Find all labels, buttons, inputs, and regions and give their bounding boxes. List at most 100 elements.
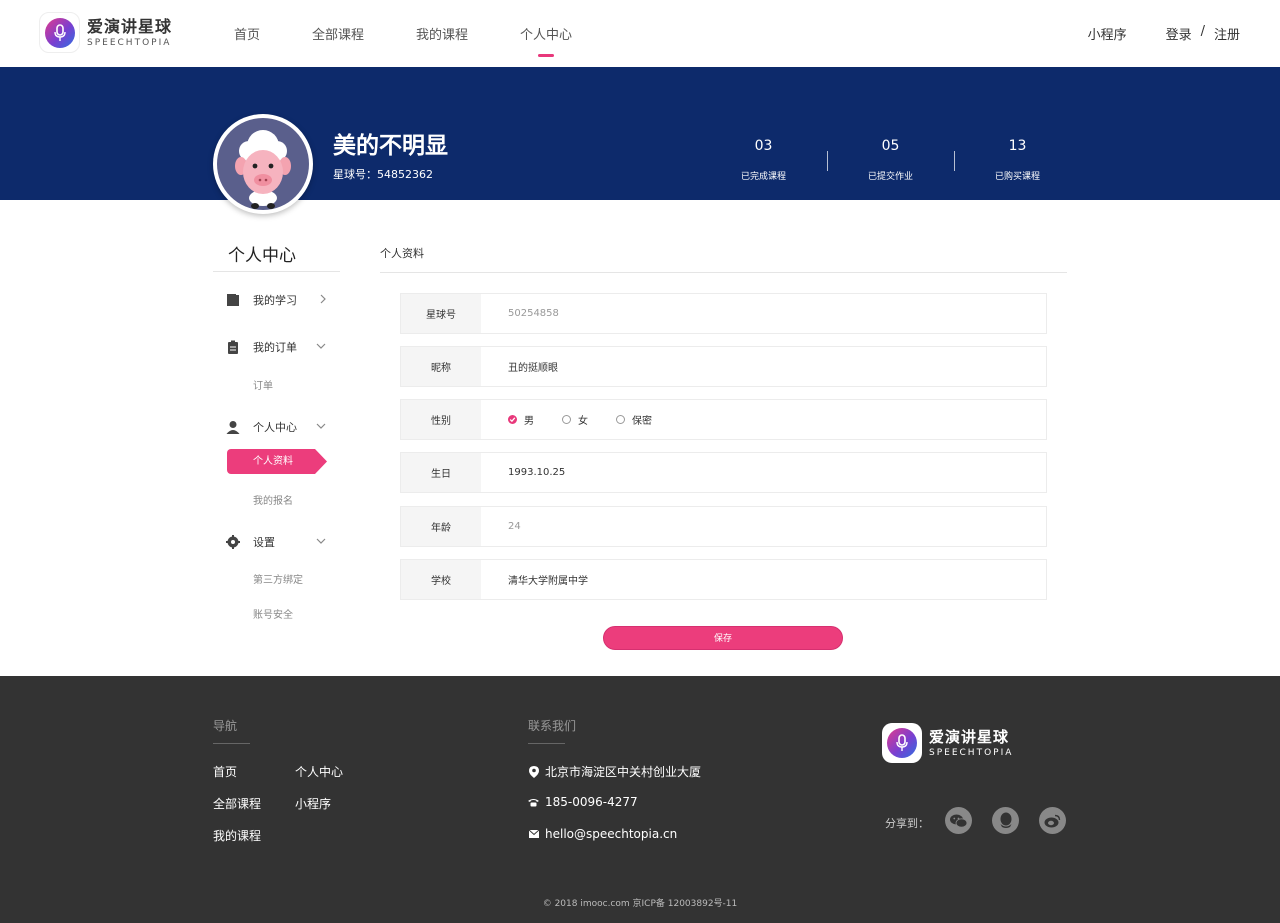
mini-program-link[interactable]: 小程序 [1088, 24, 1127, 43]
radio-unchecked-icon [616, 415, 625, 424]
field-label: 生日 [401, 453, 481, 492]
footer-link-personal-center[interactable]: 个人中心 [295, 763, 343, 780]
footer-link-home[interactable]: 首页 [213, 763, 237, 780]
stat-label: 已提交作业 [867, 172, 913, 182]
footer-brand-logo[interactable]: 爱演讲星球 SPEECHTOPIA [882, 723, 1013, 763]
phone-icon [528, 798, 539, 807]
chevron-down-icon [314, 419, 328, 436]
footer-link-mini-program[interactable]: 小程序 [295, 795, 331, 812]
sidebar-item-label: 我的学习 [253, 294, 297, 307]
wechat-icon[interactable] [945, 807, 972, 834]
brand-logo[interactable]: 爱演讲星球 SPEECHTOPIA [39, 12, 172, 53]
chevron-right-icon [318, 292, 328, 309]
section-title: 个人资料 [380, 247, 424, 260]
stat-completed-courses[interactable]: 03 已完成课程 [700, 138, 827, 182]
sidebar-sub-profile[interactable]: 个人资料 [227, 449, 327, 474]
address-text: 北京市海淀区中关村创业大厦 [545, 765, 702, 779]
sidebar-item-my-learning[interactable]: 我的学习 [226, 292, 336, 308]
phone-text: 185-0096-4277 [545, 795, 638, 809]
register-link[interactable]: 注册 [1214, 24, 1240, 43]
microphone-icon [887, 728, 917, 758]
field-row-gender: 性别 男 女 保密 [400, 399, 1047, 440]
clipboard-icon [226, 340, 240, 354]
nav-my-courses[interactable]: 我的课程 [416, 24, 468, 43]
login-separator: / [1200, 24, 1205, 39]
footer-nav-title: 导航 [213, 719, 238, 733]
field-label: 性别 [401, 400, 481, 439]
nav-all-courses[interactable]: 全部课程 [312, 24, 364, 43]
age-field: 24 [481, 507, 1046, 546]
stat-submitted-homework[interactable]: 05 已提交作业 [827, 138, 954, 182]
brand-name-cn: 爱演讲星球 [87, 16, 173, 36]
microphone-icon [44, 17, 75, 48]
field-label: 年龄 [401, 507, 481, 546]
field-row-birthday: 生日 1993.10.25 [400, 452, 1047, 493]
main-nav: 首页 全部课程 我的课程 个人中心 [234, 24, 624, 57]
sidebar-sub-order[interactable]: 订单 [253, 377, 273, 392]
footer-link-all-courses[interactable]: 全部课程 [213, 795, 261, 812]
chevron-down-icon [314, 339, 328, 356]
profile-name: 美的不明显 [333, 133, 448, 159]
brand-name-en: SPEECHTOPIA [87, 37, 172, 48]
planet-id-field: 50254858 [481, 294, 1046, 333]
birthday-input[interactable]: 1993.10.25 [481, 453, 1046, 492]
footer-address: 北京市海淀区中关村创业大厦 [528, 763, 701, 780]
brand-name-en: SPEECHTOPIA [929, 748, 1014, 758]
profile-banner [0, 67, 1280, 200]
sidebar-sub-signup[interactable]: 我的报名 [253, 492, 293, 507]
radio-label: 保密 [632, 416, 652, 427]
stat-value: 13 [1008, 138, 1027, 154]
page-footer: 导航 首页 个人中心 全部课程 小程序 我的课程 联系我们 北京市海淀区中关村创… [0, 676, 1280, 923]
field-row-planet-id: 星球号 50254858 [400, 293, 1047, 334]
header-actions: 小程序 登录 / 注册 [1088, 24, 1240, 43]
footer-contact-title: 联系我们 [528, 719, 577, 733]
logo-mark [39, 12, 80, 53]
gender-radio-secret[interactable]: 保密 [616, 412, 652, 427]
weibo-icon[interactable] [1039, 807, 1066, 834]
school-input[interactable]: 清华大学附属中学 [481, 560, 1046, 599]
radio-label: 女 [578, 416, 588, 427]
footer-link-my-courses[interactable]: 我的课程 [213, 827, 261, 844]
footer-contact-divider [528, 743, 565, 744]
sidebar-item-personal-center[interactable]: 个人中心 [226, 419, 336, 435]
qq-icon[interactable] [992, 807, 1019, 834]
field-row-age: 年龄 24 [400, 506, 1047, 547]
section-divider [380, 272, 1067, 273]
gear-icon [226, 535, 240, 549]
radio-label: 男 [524, 416, 534, 427]
sidebar-item-settings[interactable]: 设置 [226, 534, 336, 550]
sidebar-sub-account-security[interactable]: 账号安全 [253, 606, 293, 621]
sidebar-title: 个人中心 [228, 246, 296, 266]
footer-email: hello@speechtopia.cn [528, 827, 677, 841]
stat-purchased-courses[interactable]: 13 已购买课程 [954, 138, 1081, 182]
mail-icon [528, 830, 539, 838]
save-button[interactable]: 保存 [603, 626, 843, 650]
radio-unchecked-icon [562, 415, 571, 424]
profile-id: 星球号：54852362 [333, 168, 433, 181]
share-label: 分享到： [885, 817, 929, 830]
login-link[interactable]: 登录 [1166, 24, 1192, 43]
email-text[interactable]: hello@speechtopia.cn [545, 827, 677, 841]
stat-label: 已完成课程 [740, 172, 786, 182]
sidebar-item-label: 设置 [253, 536, 275, 549]
sidebar-item-my-orders[interactable]: 我的订单 [226, 339, 336, 355]
sidebar-item-label: 我的订单 [253, 341, 297, 354]
field-row-school: 学校 清华大学附属中学 [400, 559, 1047, 600]
stat-value: 05 [881, 138, 900, 154]
book-icon [226, 293, 240, 307]
nickname-input[interactable]: 丑的挺顺眼 [481, 347, 1046, 386]
stat-value: 03 [754, 138, 773, 154]
sheep-avatar-image [217, 118, 309, 210]
footer-nav-divider [213, 743, 250, 744]
gender-radio-group: 男 女 保密 [481, 400, 1046, 439]
field-label: 学校 [401, 560, 481, 599]
stat-label: 已购买课程 [994, 172, 1040, 182]
gender-radio-female[interactable]: 女 [562, 412, 588, 427]
sidebar-sub-third-party[interactable]: 第三方绑定 [253, 571, 303, 586]
avatar[interactable] [213, 114, 313, 214]
gender-radio-male[interactable]: 男 [508, 412, 534, 427]
nav-home[interactable]: 首页 [234, 24, 260, 43]
sidebar-divider [213, 271, 340, 272]
nav-personal-center[interactable]: 个人中心 [520, 24, 572, 57]
brand-name-cn: 爱演讲星球 [929, 728, 1010, 746]
